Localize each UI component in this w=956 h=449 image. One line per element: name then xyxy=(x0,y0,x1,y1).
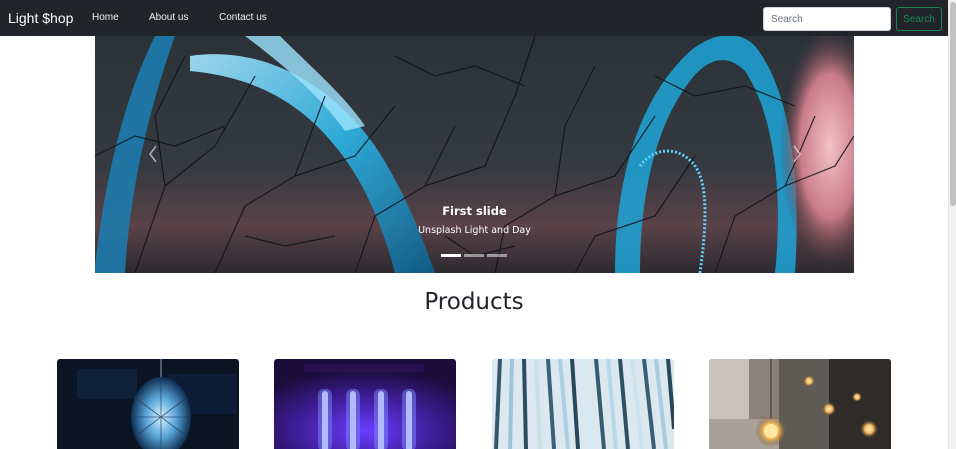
carousel-indicator-3[interactable] xyxy=(487,254,507,257)
product-card-bulbs-cafe[interactable] xyxy=(709,359,891,449)
light-tubes-image xyxy=(492,359,674,449)
brand-logo[interactable]: Light $hop xyxy=(8,10,73,26)
nav-link-contact[interactable]: Contact us xyxy=(219,12,267,23)
search-input[interactable] xyxy=(763,7,891,31)
product-card-light-tubes[interactable] xyxy=(492,359,674,449)
slide-caption-title: First slide xyxy=(442,204,507,218)
nav-link-about[interactable]: About us xyxy=(149,12,188,23)
carousel-next-button[interactable] xyxy=(787,140,807,168)
slide-image xyxy=(95,36,854,273)
products-heading: Products xyxy=(424,289,524,315)
carousel-indicator-1[interactable] xyxy=(441,254,461,257)
product-card-lantern[interactable] xyxy=(57,359,239,449)
nav-link-home[interactable]: Home xyxy=(92,12,119,23)
lantern-image xyxy=(57,359,239,449)
search-button[interactable]: Search xyxy=(896,7,942,31)
page-scrollbar[interactable] xyxy=(948,0,956,449)
chevron-right-icon xyxy=(793,145,801,163)
navbar: Light $hop Home About us Contact us Sear… xyxy=(0,0,948,36)
hero-carousel: First slide Unsplash Light and Day xyxy=(95,36,854,273)
slide-caption-text: Unsplash Light and Day xyxy=(418,225,531,236)
chevron-left-icon xyxy=(149,145,157,163)
product-card-neon-tubes[interactable] xyxy=(274,359,456,449)
bulbs-cafe-image xyxy=(709,359,891,449)
neon-tubes-image xyxy=(274,359,456,449)
carousel-indicators xyxy=(441,254,507,257)
carousel-indicator-2[interactable] xyxy=(464,254,484,257)
scrollbar-thumb[interactable] xyxy=(950,2,956,206)
carousel-prev-button[interactable] xyxy=(143,140,163,168)
